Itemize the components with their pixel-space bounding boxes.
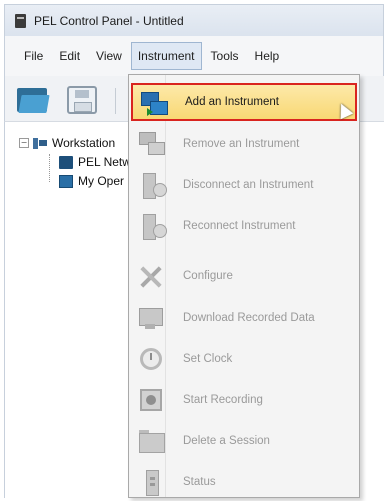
title-bar: PEL Control Panel - Untitled — [4, 4, 384, 36]
toolbar-separator — [115, 88, 116, 114]
menu-item-label: Disconnect an Instrument — [183, 179, 314, 191]
menu-item-delete-session[interactable]: Delete a Session — [131, 422, 357, 460]
reconnect-instrument-icon — [137, 212, 167, 240]
menu-item-label: Download Recorded Data — [183, 312, 315, 324]
menu-item-remove-instrument[interactable]: Remove an Instrument — [131, 125, 357, 163]
menu-help[interactable]: Help — [248, 42, 287, 70]
tree-label: My Oper — [78, 174, 125, 188]
tree-label: PEL Netw — [78, 155, 131, 169]
add-instrument-icon — [139, 90, 168, 118]
menu-tools[interactable]: Tools — [204, 42, 246, 70]
menu-item-label: Reconnect Instrument — [183, 220, 296, 232]
menu-view[interactable]: View — [89, 42, 129, 70]
remove-instrument-icon — [137, 130, 165, 158]
configure-icon — [137, 262, 165, 290]
menu-item-label: Start Recording — [183, 394, 263, 406]
menu-item-set-clock[interactable]: Set Clock — [131, 340, 357, 378]
menu-item-start-recording[interactable]: Start Recording — [131, 381, 357, 419]
menu-item-label: Configure — [183, 270, 233, 282]
status-icon — [137, 468, 165, 496]
menu-bar: File Edit View Instrument Tools Help — [4, 36, 384, 76]
menu-item-configure[interactable]: Configure — [131, 257, 357, 295]
menu-item-label: Delete a Session — [183, 435, 270, 447]
open-folder-icon[interactable] — [17, 86, 50, 114]
menu-item-disconnect-instrument[interactable]: Disconnect an Instrument — [131, 166, 357, 204]
menu-instrument[interactable]: Instrument — [130, 42, 202, 70]
menu-item-status[interactable]: Status — [131, 463, 357, 501]
menu-item-download-recorded-data[interactable]: Download Recorded Data — [131, 299, 357, 337]
tree-node-workstation[interactable]: − Workstation — [19, 136, 115, 150]
download-data-icon — [137, 304, 165, 332]
instrument-icon — [59, 174, 73, 188]
record-icon — [137, 386, 165, 414]
tree-label: Workstation — [52, 136, 116, 150]
menu-file[interactable]: File — [17, 42, 50, 70]
app-icon — [15, 13, 26, 28]
menu-item-reconnect-instrument[interactable]: Reconnect Instrument — [131, 207, 357, 245]
save-icon[interactable] — [67, 86, 97, 114]
tree-node-pel-network[interactable]: PEL Netw — [59, 155, 131, 169]
menu-item-label: Status — [183, 476, 216, 488]
network-icon — [59, 155, 73, 169]
workstation-icon — [33, 136, 47, 150]
menu-item-label: Remove an Instrument — [183, 138, 300, 150]
menu-edit[interactable]: Edit — [52, 42, 87, 70]
window-title: PEL Control Panel - Untitled — [34, 13, 184, 28]
menu-item-label: Set Clock — [183, 353, 233, 365]
instrument-menu: Add an Instrument Remove an Instrument D… — [128, 74, 360, 498]
clock-icon — [137, 345, 165, 373]
menu-item-label: Add an Instrument — [185, 96, 279, 108]
menu-item-add-instrument[interactable]: Add an Instrument — [131, 83, 357, 121]
disconnect-instrument-icon — [137, 171, 167, 199]
tree-connector — [49, 154, 50, 182]
collapse-icon[interactable]: − — [19, 138, 29, 148]
delete-session-icon — [137, 427, 165, 455]
tree-node-my-operations[interactable]: My Oper — [59, 174, 124, 188]
